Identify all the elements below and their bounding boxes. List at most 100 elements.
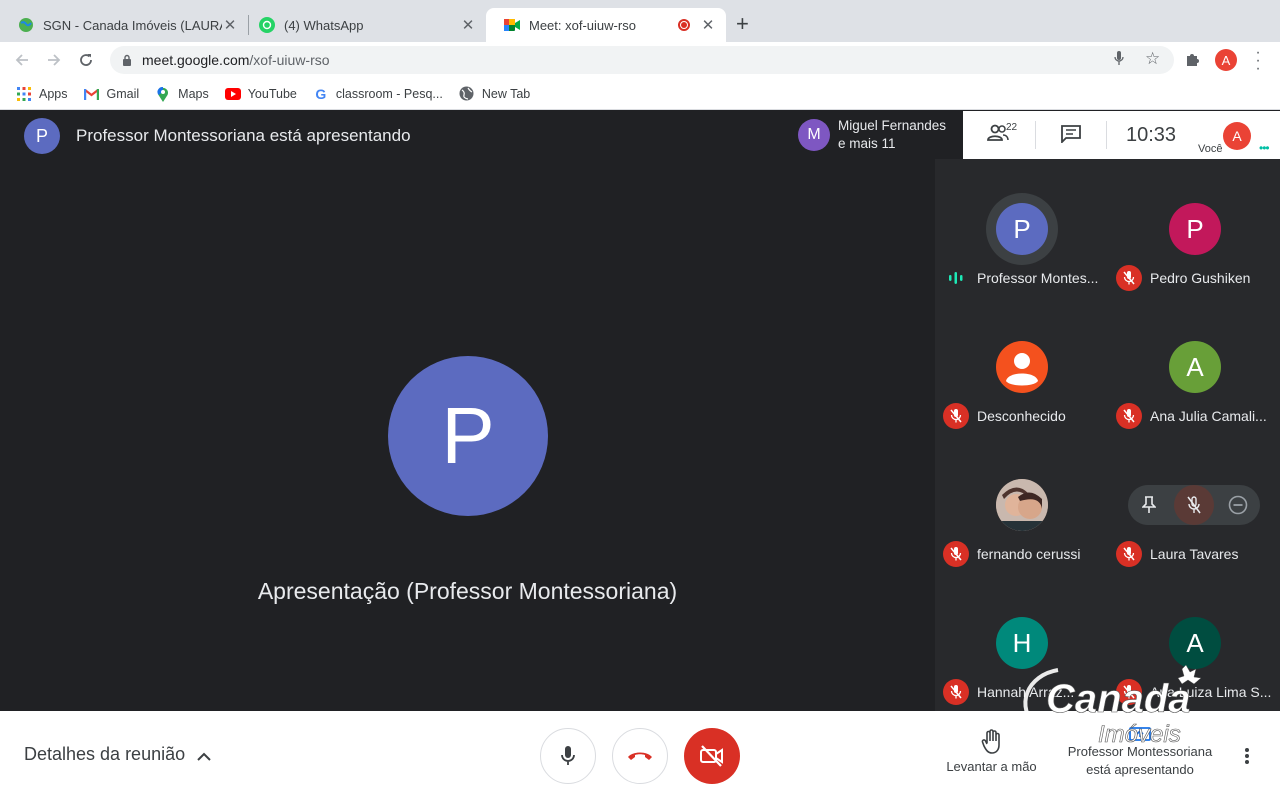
participant-tile[interactable]: A Ana Luiza Lima S... [1108,573,1280,711]
bookmark-star-icon[interactable]: ☆ [1145,49,1160,69]
microphone-icon[interactable] [1114,51,1124,69]
main-caption: Apresentação (Professor Montessoriana) [257,578,678,604]
participant-avatar: P [996,203,1048,255]
bookmark-new-tab[interactable]: New Tab [459,86,530,102]
bookmark-label: New Tab [481,86,531,101]
presenting-status[interactable]: Professor Montessoriana está apresentand… [1062,727,1218,779]
url-host: meet.google.com [142,52,250,68]
bookmark-classroom[interactable]: G classroom - Pesq... [313,85,443,102]
more-dots-icon: ••• [1259,141,1270,155]
remove-participant-icon[interactable] [1228,495,1248,520]
reload-button[interactable] [74,48,98,72]
camera-off-button[interactable] [684,728,740,784]
participant-tile[interactable]: P Professor Montes... [935,159,1107,297]
tile-hover-controls [1128,485,1260,525]
reload-icon [80,54,92,66]
browser-toolbar: meet.google.com/xof-uiuw-rso ☆ A · · · [0,42,1280,78]
whatsapp-icon [259,17,275,33]
participant-avatar: A [1169,341,1221,393]
participant-tile[interactable]: Desconhecido [935,297,1107,435]
bookmarks-bar: Apps Gmail Maps YouTube G classroom - Pe… [0,78,1280,110]
participant-avatar: A [1169,617,1221,669]
meeting-details-button[interactable]: Detalhes da reunião [24,744,185,765]
speaking-indicator-icon [949,272,963,284]
pin-icon[interactable] [1141,496,1157,519]
tab-whatsapp[interactable]: (4) WhatsApp ✕ [241,8,486,42]
bookmark-label: YouTube [247,86,297,101]
address-bar[interactable]: meet.google.com/xof-uiuw-rso ☆ [110,46,1174,74]
bookmark-apps[interactable]: Apps [16,86,68,102]
apps-grid-icon [16,86,32,102]
tab-sgn[interactable]: SGN - Canada Imóveis (LAURA ✕ [0,8,248,42]
participant-name: Ana Julia Camali... [1150,408,1267,424]
leave-call-button[interactable] [612,728,668,784]
back-button[interactable] [10,48,34,72]
participant-name: Ana Luiza Lima S... [1150,684,1272,700]
muted-mic-icon [1116,403,1142,429]
meet-top-controls: 22 10:33 A Você ••• [963,111,1280,159]
participant-tile[interactable]: fernando cerussi [935,435,1107,573]
mic-off-icon [1187,496,1201,514]
gmail-icon [84,86,100,102]
profile-avatar[interactable]: A [1215,49,1237,71]
bookmark-maps[interactable]: Maps [155,86,209,102]
participant-avatar: P [1169,203,1221,255]
muted-mic-icon [1116,541,1142,567]
close-tab-icon[interactable]: ✕ [460,16,476,34]
tab-title: SGN - Canada Imóveis (LAURA [43,17,222,33]
meeting-clock: 10:33 [1126,124,1177,146]
participant-avatar: H [996,617,1048,669]
microphone-icon [561,746,575,765]
tab-title: Meet: xof-uiuw-rso [529,17,636,33]
forward-button[interactable] [42,48,66,72]
participant-photo [996,479,1048,531]
extensions-puzzle-icon[interactable] [1185,51,1201,72]
divider [1106,121,1107,149]
chrome-globe-icon [459,86,475,102]
participant-name: Professor Montes... [977,270,1099,286]
participant-grid: P Professor Montes... P Pedro Gushiken D… [935,159,1280,711]
globe-icon [18,17,34,33]
close-tab-icon[interactable]: ✕ [222,16,238,34]
mute-participant-button[interactable] [1174,485,1214,525]
bookmark-youtube[interactable]: YouTube [224,86,297,102]
participant-tile[interactable]: H Hannah Arraz... [935,573,1107,711]
presenting-line1: Professor Montessoriana [1067,744,1213,759]
chevron-up-icon[interactable] [196,749,212,767]
muted-mic-icon [943,679,969,705]
bookmark-label: Gmail [106,86,140,101]
raise-hand-button[interactable]: Levantar a mão [944,729,1039,774]
new-tab-button[interactable]: + [736,13,749,35]
joiner-text: Miguel Fernandes e mais 11 [838,117,946,153]
presenting-line2: está apresentando [1086,762,1194,777]
arrow-left-icon [15,54,28,66]
bookmark-label: Apps [39,86,68,101]
participant-tile[interactable]: A Ana Julia Camali... [1108,297,1280,435]
presentation-stage: P Professor Montessoriana está apresenta… [0,111,935,711]
self-avatar[interactable]: A [1223,122,1251,150]
chat-icon[interactable] [1061,125,1081,148]
participant-tile[interactable]: P Pedro Gushiken [1108,159,1280,297]
muted-mic-icon [1116,679,1142,705]
close-tab-icon[interactable]: ✕ [700,16,716,34]
more-options-icon[interactable] [1244,747,1256,770]
youtube-icon [224,86,241,102]
google-icon: G [315,85,327,102]
raise-hand-icon [981,729,1000,754]
url-text: meet.google.com/xof-uiuw-rso [142,52,330,68]
tab-strip: SGN - Canada Imóveis (LAURA ✕ (4) WhatsA… [0,0,1280,42]
meet-bottom-bar: Detalhes da reunião Levantar a mão Profe… [0,711,1280,800]
hang-up-icon [628,752,652,760]
presenter-avatar: P [24,118,60,154]
meet-icon [504,17,520,33]
microphone-button[interactable] [540,728,596,784]
joiner-line1: Miguel Fernandes [838,118,947,133]
present-screen-icon [1129,727,1151,741]
bookmark-label: classroom - Pesq... [335,86,443,101]
joiner-avatar: M [798,119,830,151]
bookmark-gmail[interactable]: Gmail [84,86,140,102]
browser-menu-icon[interactable]: · · · [1254,45,1262,77]
url-path: /xof-uiuw-rso [249,52,330,68]
tab-meet[interactable]: Meet: xof-uiuw-rso ✕ [486,8,726,42]
participant-name: Pedro Gushiken [1150,270,1251,286]
